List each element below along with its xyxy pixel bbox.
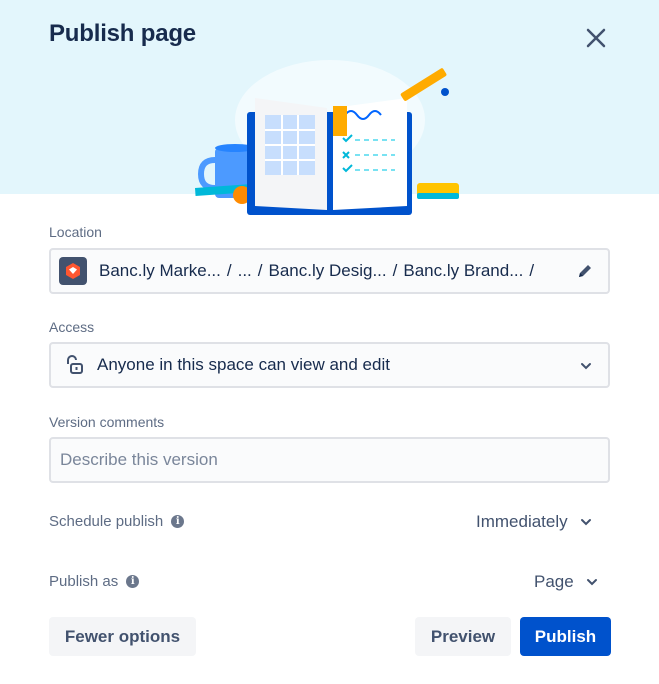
breadcrumb-item: Banc.ly Marke... [99, 261, 221, 280]
schedule-publish-value: Immediately [476, 512, 568, 531]
access-value: Anyone in this space can view and edit [97, 355, 390, 374]
breadcrumb-item: ... [237, 261, 252, 280]
space-avatar [59, 257, 87, 285]
schedule-publish-dropdown[interactable]: Immediately [476, 512, 592, 532]
info-icon[interactable]: i [126, 575, 140, 588]
schedule-publish-label-row: Schedule publish i [49, 513, 185, 530]
dialog-title: Publish page [49, 20, 196, 47]
fewer-options-button[interactable]: Fewer options [49, 617, 196, 656]
publish-as-label-row: Publish as i [49, 573, 140, 590]
open-book-illustration [195, 60, 459, 215]
close-icon[interactable] [582, 24, 610, 52]
breadcrumb-item: Banc.ly Desig... [268, 261, 387, 280]
schedule-publish-label: Schedule publish [49, 513, 164, 530]
version-comments-input[interactable] [60, 450, 600, 470]
publish-as-label: Publish as [49, 573, 119, 590]
breadcrumb-item: Banc.ly Brand... [403, 261, 524, 280]
breadcrumb-separator: / [226, 261, 232, 280]
access-label: Access [49, 319, 95, 335]
breadcrumb-separator: / [257, 261, 263, 280]
breadcrumb-separator: / [529, 261, 535, 280]
pencil-icon[interactable] [576, 262, 594, 280]
unlock-icon [67, 355, 83, 374]
location-field[interactable]: Banc.ly Marke... / ... / Banc.ly Desig..… [49, 248, 610, 294]
location-label: Location [49, 224, 102, 240]
breadcrumb-separator: / [392, 261, 398, 280]
info-icon[interactable]: i [171, 515, 185, 528]
publish-as-value: Page [534, 572, 574, 591]
version-comments-field[interactable] [49, 437, 610, 483]
chevron-down-icon [581, 363, 591, 370]
preview-button[interactable]: Preview [415, 617, 511, 656]
space-logo-icon [66, 263, 80, 279]
version-comments-label: Version comments [49, 414, 165, 430]
publish-button[interactable]: Publish [520, 617, 611, 656]
chevron-down-icon [580, 519, 591, 526]
chevron-down-icon [586, 579, 597, 586]
access-select[interactable]: Anyone in this space can view and edit [49, 342, 610, 388]
publish-as-dropdown[interactable]: Page [534, 572, 598, 592]
